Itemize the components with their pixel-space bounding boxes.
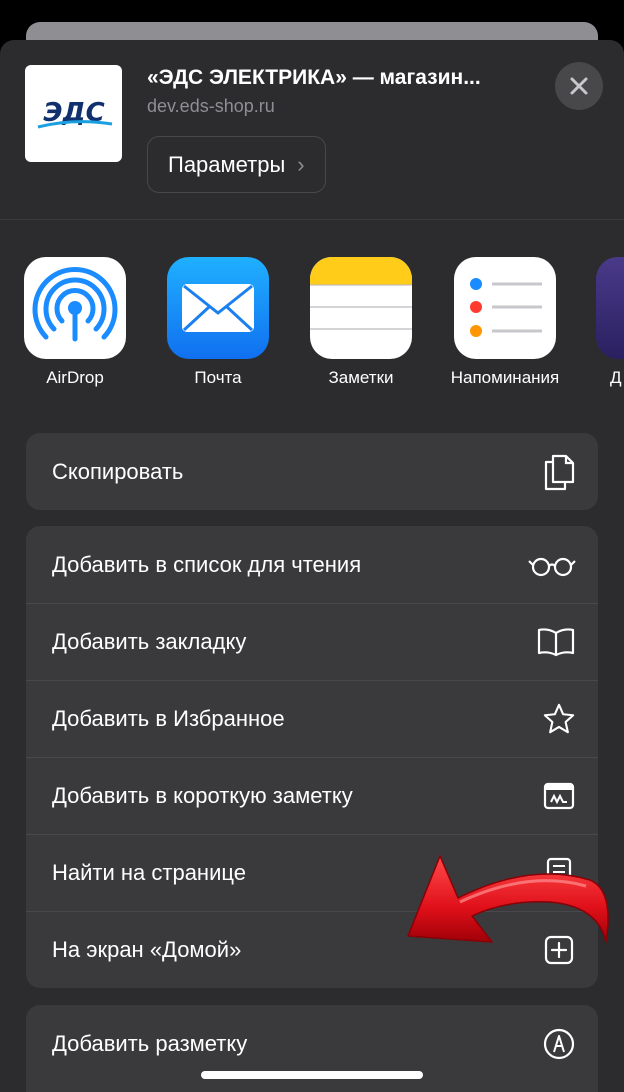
app-reminders[interactable]: Напоминания (433, 257, 577, 388)
reminders-icon (454, 257, 556, 359)
notes-icon (310, 257, 412, 359)
share-header: ЭДС «ЭДС ЭЛЕКТРИКА» — магазин... dev.eds… (0, 40, 624, 220)
app-label: Напоминания (450, 368, 560, 387)
chevron-right-icon: › (297, 151, 305, 177)
action-label: Добавить закладку (52, 629, 247, 654)
eds-logo-icon: ЭДС (37, 98, 112, 128)
app-label: AirDrop (46, 368, 104, 387)
mail-icon (167, 257, 269, 359)
markup-icon (542, 1027, 576, 1061)
app-row: AirDrop Почта Заметки Напоминания Д (0, 257, 624, 397)
quick-note-icon (542, 779, 576, 813)
site-url: dev.eds-shop.ru (147, 96, 275, 116)
action-label: Добавить в список для чтения (52, 551, 362, 577)
close-icon (570, 77, 588, 95)
action-reading-list[interactable]: Добавить в список для чтения (26, 526, 598, 603)
app-label: Д (610, 368, 622, 387)
star-icon (542, 702, 576, 736)
home-indicator[interactable] (201, 1071, 423, 1079)
action-group-copy: Скопировать (26, 433, 598, 510)
action-label: Добавить в Избранное (52, 706, 285, 731)
action-label: На экран «Домой» (52, 937, 242, 962)
airdrop-icon (24, 257, 126, 359)
red-arrow-annotation-icon (407, 855, 609, 943)
action-quick-note[interactable]: Добавить в короткую заметку (26, 757, 598, 834)
site-title: «ЭДС ЭЛЕКТРИКА» — магазин... (147, 66, 481, 89)
glasses-icon (528, 548, 576, 582)
action-label: Скопировать (52, 458, 184, 484)
action-add-bookmark[interactable]: Добавить закладку (26, 603, 598, 680)
action-copy[interactable]: Скопировать (26, 433, 598, 510)
app-mail[interactable]: Почта (146, 257, 290, 388)
book-icon (536, 625, 576, 659)
app-partial[interactable]: Д (576, 257, 624, 388)
app-notes[interactable]: Заметки (289, 257, 433, 388)
close-button[interactable] (555, 62, 603, 110)
options-button-label: Параметры (168, 151, 286, 177)
action-label: Добавить в короткую заметку (52, 783, 353, 808)
action-add-favorites[interactable]: Добавить в Избранное (26, 680, 598, 757)
action-label: Найти на странице (52, 860, 246, 885)
copy-icon (542, 454, 576, 490)
options-button[interactable]: Параметры › (147, 136, 326, 193)
action-label: Добавить разметку (52, 1030, 248, 1056)
partial-app-icon (596, 257, 624, 359)
app-airdrop[interactable]: AirDrop (3, 257, 147, 388)
app-label: Почта (194, 368, 242, 387)
app-label: Заметки (328, 368, 394, 387)
site-logo: ЭДС (25, 65, 122, 162)
